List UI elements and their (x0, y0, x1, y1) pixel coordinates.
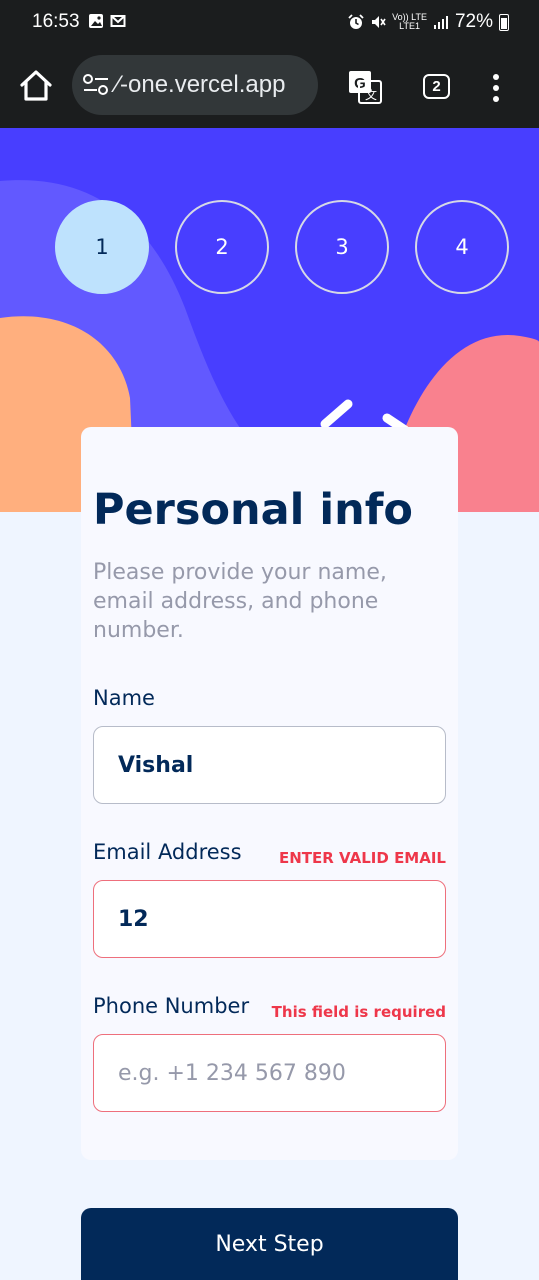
more-menu-icon[interactable] (488, 72, 504, 104)
network-bottom: LTE1 (399, 21, 420, 31)
address-bar[interactable]: ⁄-one.vercel.app (72, 55, 318, 115)
email-label: Email Address (93, 840, 242, 864)
alarm-icon (348, 14, 364, 29)
phone-label: Phone Number (93, 994, 250, 1018)
browser-toolbar: ⁄-one.vercel.app G 文 2 (0, 44, 539, 128)
step-3-indicator: 3 (295, 200, 389, 294)
personal-info-card: Personal info Please provide your name, … (81, 427, 458, 1160)
svg-text:文: 文 (365, 87, 377, 102)
mute-icon (372, 16, 386, 28)
url-text: ⁄-one.vercel.app (116, 71, 286, 98)
name-label: Name (93, 686, 155, 710)
gmail-icon (110, 15, 126, 27)
step-2-indicator: 2 (175, 200, 269, 294)
next-step-button[interactable]: Next Step (81, 1208, 458, 1280)
step-4-indicator: 4 (415, 200, 509, 294)
phone-input[interactable] (93, 1034, 446, 1112)
site-settings-icon[interactable] (82, 73, 110, 97)
name-input[interactable] (93, 726, 446, 804)
translate-icon[interactable]: G 文 (348, 70, 382, 104)
email-error-message: ENTER VALID EMAIL (279, 849, 446, 867)
gallery-icon (89, 14, 103, 28)
home-icon[interactable] (18, 68, 54, 104)
step-1-indicator: 1 (55, 200, 149, 294)
tab-switcher-button[interactable]: 2 (423, 74, 450, 99)
network-indicator: Vo)) LTE LTE1 (392, 13, 427, 31)
page-title: Personal info (93, 485, 413, 535)
battery-percent: 72% (454, 11, 493, 32)
page-subtitle: Please provide your name, email address,… (93, 560, 387, 643)
email-input[interactable] (93, 880, 446, 958)
signal-icon (433, 16, 448, 29)
status-bar: 16:53 Vo)) LTE LTE1 72% (0, 0, 539, 44)
status-time: 16:53 (32, 11, 80, 32)
battery-icon (499, 13, 509, 31)
phone-error-message: This field is required (271, 1003, 446, 1021)
